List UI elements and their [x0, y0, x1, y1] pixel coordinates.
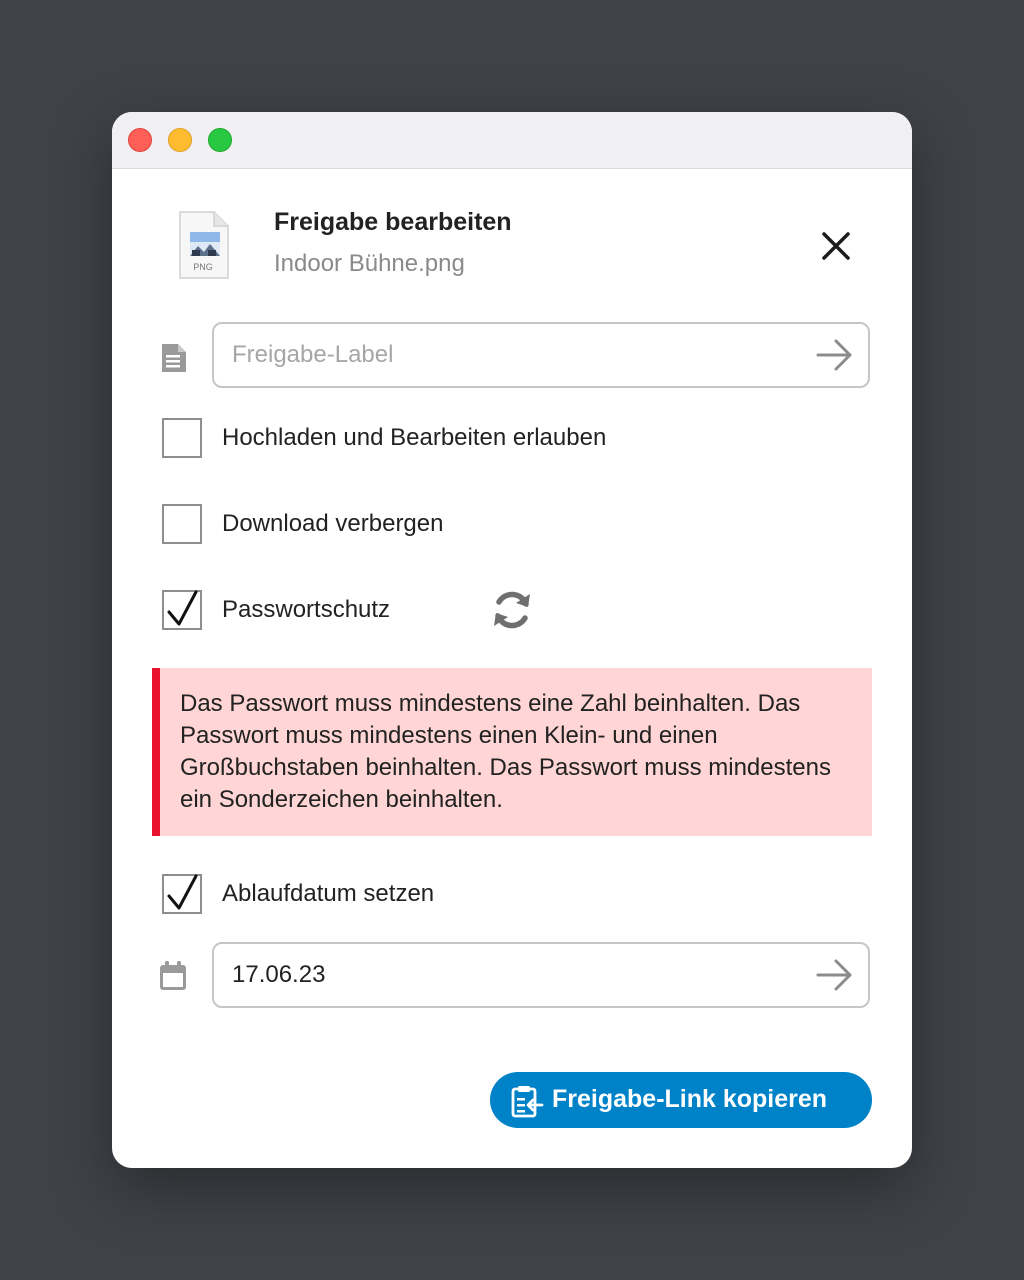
arrow-right-icon[interactable] [816, 958, 854, 992]
arrow-right-icon[interactable] [816, 338, 854, 372]
calendar-icon [158, 960, 186, 992]
hide-download-label: Download verbergen [222, 510, 444, 537]
window-minimize-button[interactable] [168, 128, 192, 152]
close-icon[interactable] [818, 228, 854, 264]
expiry-date-label: Ablaufdatum setzen [222, 880, 435, 907]
checkmark-icon [167, 874, 198, 910]
password-protection-checkbox[interactable] [162, 590, 202, 630]
refresh-icon[interactable] [490, 588, 534, 632]
png-file-icon: PNG [176, 210, 232, 282]
allow-upload-edit-label: Hochladen und Bearbeiten erlauben [222, 424, 607, 451]
title-bar [112, 112, 912, 169]
share-dialog-window: PNG Freigabe bearbeiten Indoor Bühne.png… [112, 112, 912, 1168]
password-protection-label: Passwortschutz [222, 596, 391, 623]
expiry-date-input[interactable] [232, 944, 792, 1006]
clipboard-icon [510, 1084, 544, 1118]
svg-text:PNG: PNG [193, 262, 213, 272]
file-name: Indoor Bühne.png [274, 250, 465, 277]
window-close-button[interactable] [128, 128, 152, 152]
copy-share-link-label: Freigabe-Link kopieren [552, 1085, 828, 1113]
checkmark-icon [167, 590, 198, 626]
share-label-field [212, 322, 870, 388]
window-zoom-button[interactable] [208, 128, 232, 152]
allow-upload-edit-checkbox[interactable] [162, 418, 202, 458]
document-icon [160, 342, 188, 374]
error-text: Das Passwort muss mindestens eine Zahl b… [180, 690, 831, 813]
hide-download-checkbox[interactable] [162, 504, 202, 544]
password-error-message: Das Passwort muss mindestens eine Zahl b… [152, 668, 872, 836]
dialog-title: Freigabe bearbeiten [274, 208, 512, 236]
expiry-date-field [212, 942, 870, 1008]
expiry-date-checkbox[interactable] [162, 874, 202, 914]
share-label-input[interactable] [232, 324, 792, 386]
copy-share-link-button[interactable]: Freigabe-Link kopieren [490, 1072, 872, 1128]
